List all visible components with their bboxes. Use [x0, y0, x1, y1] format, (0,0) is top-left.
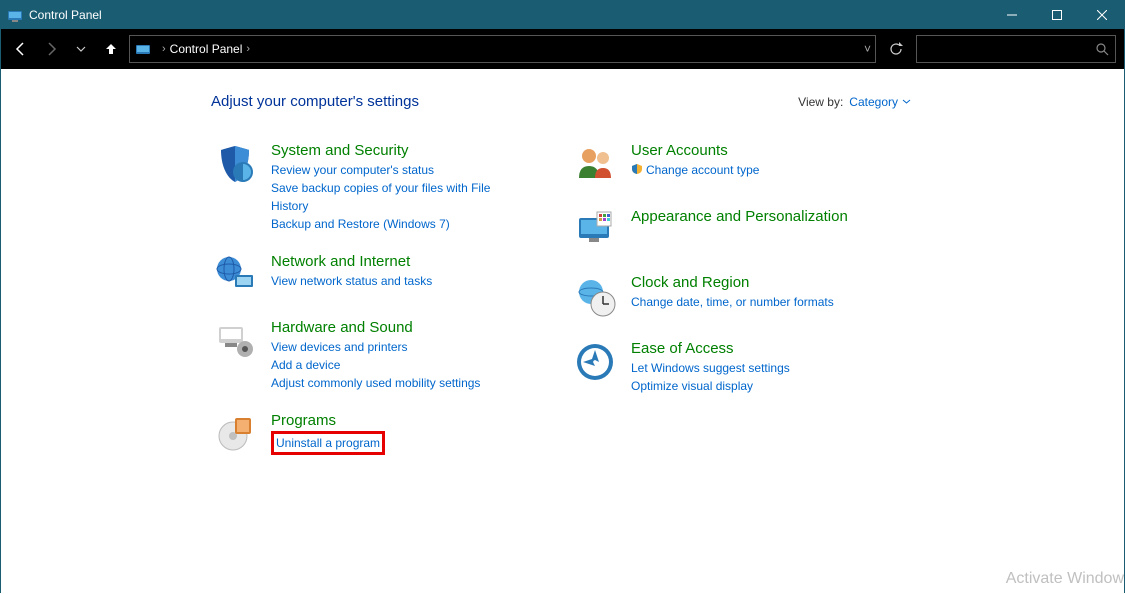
chevron-right-icon: ›: [162, 43, 166, 55]
category-column-right: User Accounts Change account type: [571, 140, 871, 476]
refresh-button[interactable]: [882, 35, 910, 63]
link-backup-restore[interactable]: Backup and Restore (Windows 7): [271, 215, 511, 233]
ease-of-access-icon: [571, 338, 619, 386]
link-date-time-formats[interactable]: Change date, time, or number formats: [631, 293, 834, 311]
link-file-history[interactable]: Save backup copies of your files with Fi…: [271, 179, 511, 215]
titlebar: Control Panel: [1, 1, 1124, 29]
search-input[interactable]: [916, 35, 1116, 63]
category-title-appearance[interactable]: Appearance and Personalization: [631, 208, 848, 225]
address-dropdown-icon[interactable]: ˅: [864, 42, 871, 56]
link-optimize-display[interactable]: Optimize visual display: [631, 377, 790, 395]
minimize-button[interactable]: [989, 1, 1034, 29]
category-appearance: Appearance and Personalization: [571, 206, 871, 254]
link-network-status[interactable]: View network status and tasks: [271, 272, 432, 290]
category-programs: Programs Uninstall a program: [211, 410, 511, 458]
category-column-left: System and Security Review your computer…: [211, 140, 511, 476]
chevron-right-icon: ›: [246, 43, 250, 55]
category-title-network[interactable]: Network and Internet: [271, 253, 432, 270]
category-title-ease-of-access[interactable]: Ease of Access: [631, 340, 790, 357]
category-user-accounts: User Accounts Change account type: [571, 140, 871, 188]
forward-button[interactable]: [39, 37, 63, 61]
system-security-icon: [211, 140, 259, 188]
hardware-icon: [211, 317, 259, 365]
navbar: › Control Panel › ˅: [1, 29, 1124, 69]
category-ease-of-access: Ease of Access Let Windows suggest setti…: [571, 338, 871, 395]
view-by-dropdown[interactable]: Category: [849, 95, 911, 109]
link-text: Change account type: [646, 163, 759, 177]
breadcrumb-root[interactable]: Control Panel: [170, 42, 243, 56]
content-area: Adjust your computer's settings View by:…: [1, 69, 1124, 594]
category-title-user-accounts[interactable]: User Accounts: [631, 142, 759, 159]
category-clock-region: Clock and Region Change date, time, or n…: [571, 272, 871, 320]
maximize-button[interactable]: [1034, 1, 1079, 29]
shield-icon: [631, 162, 643, 180]
window-title: Control Panel: [29, 8, 102, 22]
link-change-account-type[interactable]: Change account type: [631, 161, 759, 180]
link-devices-printers[interactable]: View devices and printers: [271, 338, 480, 356]
category-hardware: Hardware and Sound View devices and prin…: [211, 317, 511, 392]
link-add-device[interactable]: Add a device: [271, 356, 480, 374]
address-control-panel-icon: [134, 40, 152, 58]
address-bar[interactable]: › Control Panel › ˅: [129, 35, 876, 63]
link-suggest-settings[interactable]: Let Windows suggest settings: [631, 359, 790, 377]
link-review-status[interactable]: Review your computer's status: [271, 161, 511, 179]
chevron-down-icon: [902, 97, 911, 106]
category-title-clock[interactable]: Clock and Region: [631, 274, 834, 291]
highlighted-link: Uninstall a program: [271, 431, 385, 455]
clock-icon: [571, 272, 619, 320]
recent-button[interactable]: [69, 37, 93, 61]
category-system-security: System and Security Review your computer…: [211, 140, 511, 233]
category-title-hardware[interactable]: Hardware and Sound: [271, 319, 480, 336]
category-title-programs[interactable]: Programs: [271, 412, 385, 429]
page-heading: Adjust your computer's settings: [211, 93, 798, 110]
link-mobility-settings[interactable]: Adjust commonly used mobility settings: [271, 374, 480, 392]
user-accounts-icon: [571, 140, 619, 188]
programs-icon: [211, 410, 259, 458]
network-icon: [211, 251, 259, 299]
close-button[interactable]: [1079, 1, 1124, 29]
view-by-label: View by:: [798, 95, 843, 109]
back-button[interactable]: [9, 37, 33, 61]
category-network: Network and Internet View network status…: [211, 251, 511, 299]
view-by-value: Category: [849, 95, 898, 109]
link-uninstall-program[interactable]: Uninstall a program: [276, 436, 380, 450]
category-title-system-security[interactable]: System and Security: [271, 142, 511, 159]
activate-windows-watermark: Activate Window: [1006, 570, 1124, 588]
control-panel-icon: [7, 7, 23, 23]
appearance-icon: [571, 206, 619, 254]
view-by: View by: Category: [798, 95, 911, 109]
up-button[interactable]: [99, 37, 123, 61]
search-icon: [1095, 42, 1109, 56]
